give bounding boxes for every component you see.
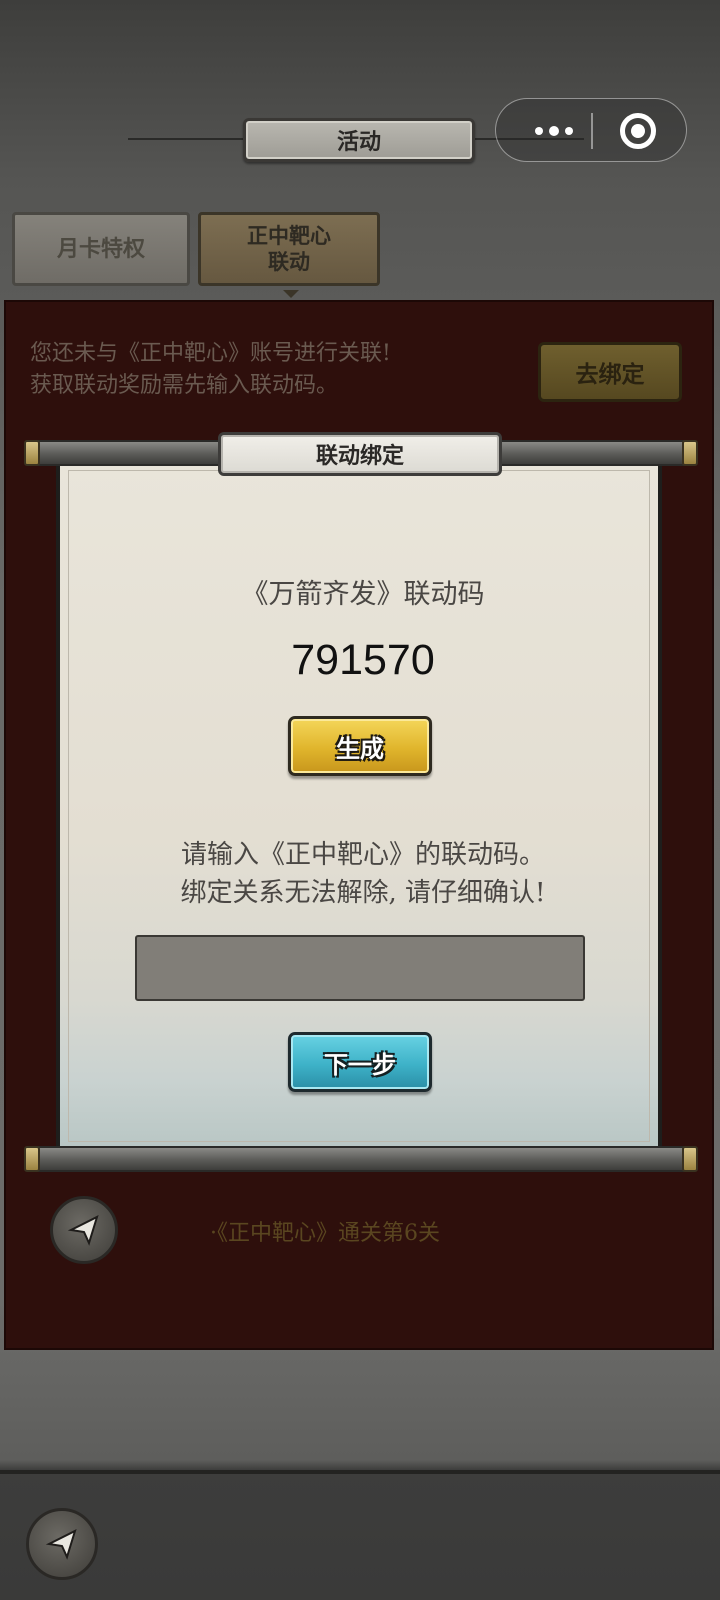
collab-code-input[interactable] [135,935,585,1001]
input-hint: 请输入《正中靶心》的联动码。 绑定关系无法解除, 请仔细确认! [180,840,546,908]
more-dots-icon[interactable] [522,117,586,145]
tab-monthly-card[interactable]: 月卡特权 [12,212,190,286]
generate-button[interactable]: 生成 [288,716,432,776]
modal-title: 联动绑定 [218,432,502,476]
scroll-rod-bottom [24,1146,698,1172]
collab-code-label: 《万箭齐发》联动码 [241,579,485,610]
active-tab-caret [283,290,299,298]
back-arrow-icon [45,1529,77,1560]
reward-requirement: ·《正中靶心》通关第6关 [210,1221,440,1246]
mini-program-capsule [495,98,687,162]
tab-collab[interactable]: 正中靶心 联动 [198,212,380,286]
next-step-button[interactable]: 下一步 [288,1032,432,1092]
binding-notice: 您还未与《正中靶心》账号进行关联! 获取联动奖励需先输入联动码。 [30,341,391,398]
back-button[interactable] [50,1196,118,1264]
capsule-divider [591,113,593,149]
title-ornament-left [128,138,244,140]
go-bind-button[interactable]: 去绑定 [538,342,682,402]
target-circle-icon[interactable] [620,113,656,149]
bottom-back-button[interactable] [26,1508,98,1580]
back-arrow-icon [67,1215,99,1246]
bottom-divider [0,1470,720,1474]
collab-code-value: 791570 [291,636,435,684]
page-title: 活动 [243,118,475,162]
